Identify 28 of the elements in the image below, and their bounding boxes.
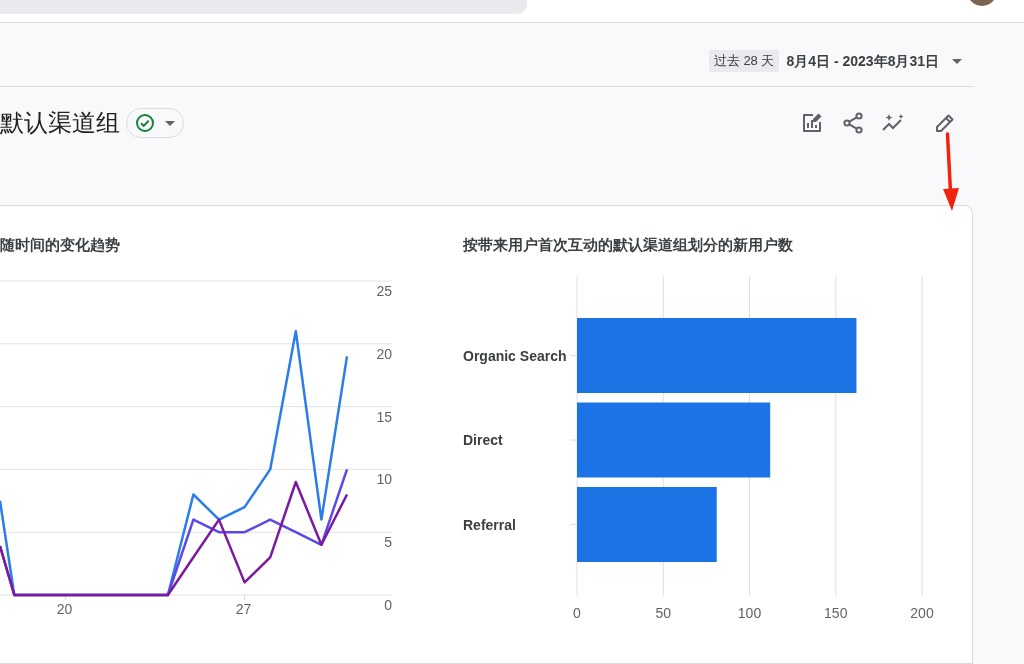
axis-label: 150 [824, 605, 848, 621]
axis-label: 0 [384, 597, 392, 613]
axis-label: 50 [655, 605, 672, 621]
category-label: Direct [463, 432, 503, 448]
axis-label: 0 [573, 605, 581, 621]
check-circle-icon [135, 113, 155, 133]
pencil-icon [933, 111, 957, 135]
axis-label: 15 [376, 408, 392, 425]
category-label: Organic Search [463, 347, 567, 364]
axis-label: 25 [376, 283, 392, 299]
caret-icon [165, 120, 175, 126]
axis-label: 20 [376, 345, 392, 362]
caret-icon [952, 58, 962, 64]
chart-edit-icon [800, 111, 824, 135]
date-range-text: 8月4日 - 2023年8月31日 [786, 51, 939, 71]
report-title: 默认渠道组 [0, 108, 120, 138]
date-range-picker[interactable]: 过去 28 天 8月4日 - 2023年8月31日 [708, 50, 962, 72]
chart-title: 随时间的变化趋势 [0, 235, 121, 255]
share-icon [841, 111, 865, 135]
axis-label: 200 [910, 605, 934, 621]
category-label: Referral [463, 516, 516, 533]
axis-label: 100 [737, 605, 762, 621]
axis-label: 20 [56, 601, 73, 617]
chart-title: 按带来用户首次互动的默认渠道组划分的新用户数 [462, 235, 794, 255]
date-preset-label: 过去 28 天 [708, 50, 780, 72]
axis-label: 10 [376, 471, 392, 488]
axis-label: 27 [235, 601, 252, 617]
axis-label: 5 [384, 534, 392, 551]
